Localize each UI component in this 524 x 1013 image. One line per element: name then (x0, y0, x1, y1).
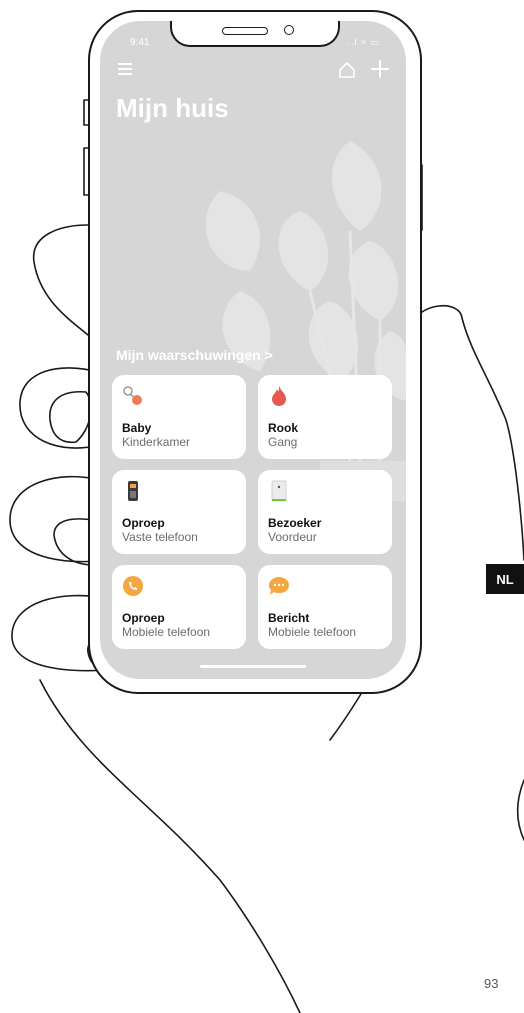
add-icon[interactable] (370, 59, 390, 79)
alert-card-visitor[interactable]: Bezoeker Voordeur (258, 470, 392, 554)
card-subtitle: Mobiele telefoon (268, 625, 357, 639)
alert-card-message[interactable]: Bericht Mobiele telefoon (258, 565, 392, 649)
card-title: Bericht (268, 611, 310, 625)
page-title: Mijn huis (116, 93, 229, 123)
phone-call-icon (123, 576, 143, 596)
hamburger-menu-icon[interactable] (118, 63, 132, 75)
language-badge: NL (486, 564, 524, 594)
status-icons: ..l ≈ ▭ (347, 37, 380, 47)
phone-screen: 9:41 ..l ≈ ▭ Mijn huis Mijn waarschuwing… (100, 21, 406, 679)
card-title: Oproep (122, 611, 165, 625)
front-camera (284, 25, 294, 35)
message-bubble-icon (269, 577, 289, 595)
card-title: Oproep (122, 516, 165, 530)
alert-card-smoke[interactable]: Rook Gang (258, 375, 392, 459)
status-time: 9:41 (130, 37, 150, 48)
page-number: 93 (484, 976, 499, 991)
card-title: Rook (268, 421, 298, 435)
card-subtitle: Vaste telefoon (122, 530, 198, 544)
home-indicator-bar[interactable] (200, 665, 306, 668)
alert-card-mobile-call[interactable]: Oproep Mobiele telefoon (112, 565, 246, 649)
door-intercom-icon (271, 480, 287, 502)
baby-rattle-icon (123, 386, 142, 405)
card-subtitle: Gang (268, 435, 298, 449)
card-title: Bezoeker (268, 516, 322, 530)
alerts-section-link[interactable]: Mijn waarschuwingen > (116, 347, 273, 363)
alert-card-landline[interactable]: Oproep Vaste telefoon (112, 470, 246, 554)
card-subtitle: Mobiele telefoon (122, 625, 211, 639)
home-icon[interactable] (338, 61, 356, 79)
card-title: Baby (122, 421, 152, 435)
desk-phone-icon (128, 481, 138, 501)
flame-icon (272, 386, 286, 406)
speaker-grille (222, 27, 268, 35)
phone-notch (170, 21, 340, 47)
alert-card-baby[interactable]: Baby Kinderkamer (112, 375, 246, 459)
card-subtitle: Voordeur (268, 530, 317, 544)
card-subtitle: Kinderkamer (122, 435, 191, 449)
